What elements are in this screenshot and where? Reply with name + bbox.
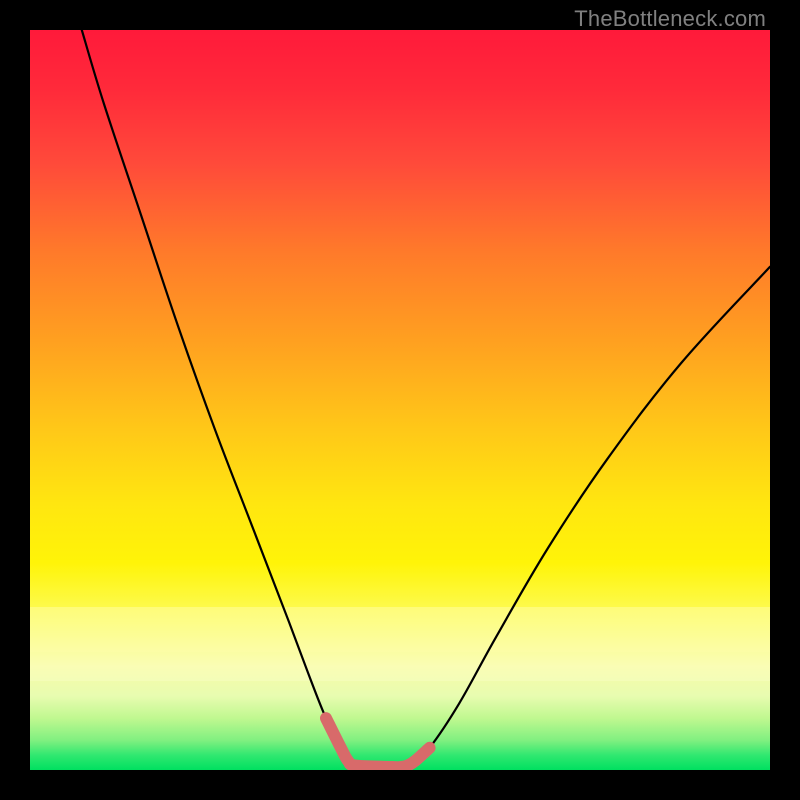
chart-frame: TheBottleneck.com — [0, 0, 800, 800]
watermark-text: TheBottleneck.com — [574, 6, 766, 32]
light-band-1 — [30, 607, 770, 651]
plot-area — [30, 30, 770, 770]
light-band-2 — [30, 652, 770, 682]
